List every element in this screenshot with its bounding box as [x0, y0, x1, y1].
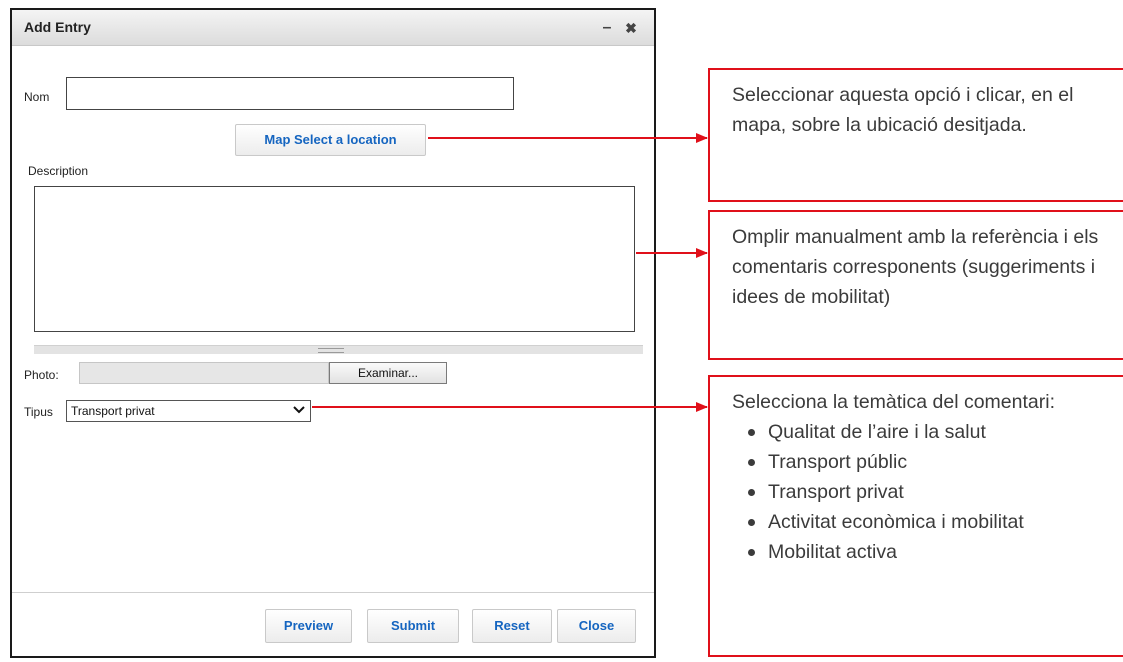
note-location: Seleccionar aquesta opció i clicar, en e… — [708, 68, 1123, 202]
note-topic: Selecciona la temàtica del comentari: Qu… — [708, 375, 1123, 657]
list-item: Activitat econòmica i mobilitat — [746, 507, 1109, 537]
note-description: Omplir manualment amb la referència i el… — [708, 210, 1123, 360]
list-item: Transport privat — [746, 477, 1109, 507]
list-item: Transport públic — [746, 447, 1109, 477]
note-location-text: Seleccionar aquesta opció i clicar, en e… — [732, 84, 1074, 136]
topic-list: Qualitat de l’aire i la salut Transport … — [732, 417, 1109, 567]
note-topic-intro: Selecciona la temàtica del comentari: — [732, 391, 1055, 413]
list-item: Mobilitat activa — [746, 537, 1109, 567]
note-description-text: Omplir manualment amb la referència i el… — [732, 226, 1099, 308]
list-item: Qualitat de l’aire i la salut — [746, 417, 1109, 447]
